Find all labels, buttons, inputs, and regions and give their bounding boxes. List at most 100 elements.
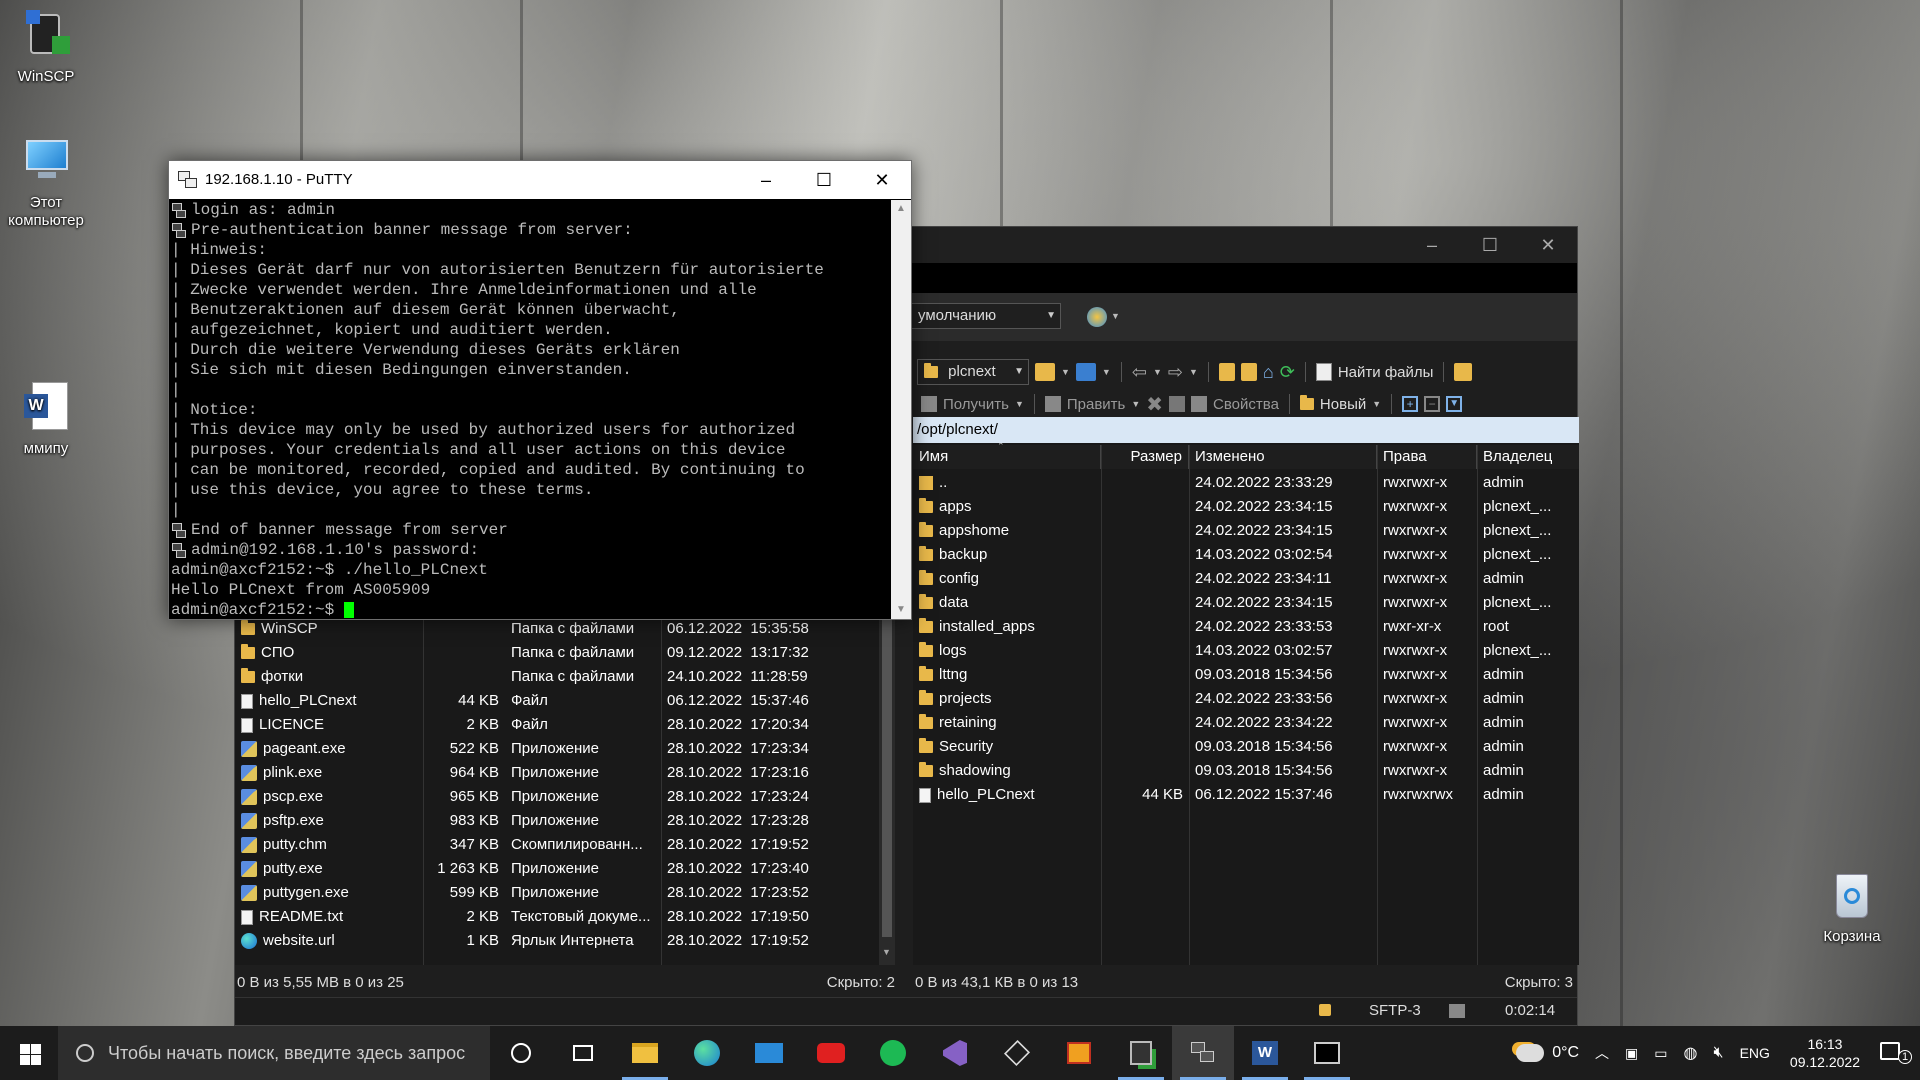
open-folder-icon[interactable] bbox=[1035, 363, 1055, 381]
refresh-icon[interactable]: ⟳ bbox=[1280, 362, 1295, 383]
table-row[interactable]: website.url 1 KB Ярлык Интернета 28.10.2022… bbox=[235, 929, 875, 953]
table-row[interactable]: apps 24.02.2022 23:34:15 rwxrwxr-x plcnext_… bbox=[913, 495, 1579, 519]
parent-folder-icon[interactable] bbox=[1218, 363, 1235, 381]
cortana-button[interactable] bbox=[490, 1026, 552, 1080]
taskbar-terminal[interactable] bbox=[1296, 1026, 1358, 1080]
task-view-button[interactable] bbox=[552, 1026, 614, 1080]
network-globe-icon[interactable]: ◍ bbox=[1676, 1043, 1706, 1063]
table-row[interactable]: psftp.exe 983 KB Приложение 28.10.2022 17:2… bbox=[235, 809, 875, 833]
taskbar-spotify[interactable] bbox=[862, 1026, 924, 1080]
select-all-icon[interactable]: + bbox=[1402, 396, 1419, 412]
rename-icon[interactable] bbox=[1169, 396, 1186, 412]
table-row[interactable]: projects 24.02.2022 23:33:56 rwxrwxr-x admi… bbox=[913, 687, 1579, 711]
input-language[interactable]: ENG bbox=[1732, 1045, 1778, 1061]
delete-icon[interactable]: ✖ bbox=[1146, 392, 1163, 417]
table-row[interactable]: plink.exe 964 KB Приложение 28.10.2022 17:2… bbox=[235, 761, 875, 785]
table-row[interactable]: .. 24.02.2022 23:33:29 rwxrwxr-x admin bbox=[913, 471, 1579, 495]
table-row[interactable]: logs 14.03.2022 03:02:57 rwxrwxr-x plcnext_… bbox=[913, 639, 1579, 663]
chevron-down-icon[interactable]: ▼ bbox=[1189, 367, 1198, 377]
chevron-down-icon[interactable]: ▼ bbox=[1102, 367, 1111, 377]
taskbar-putty[interactable] bbox=[1172, 1026, 1234, 1080]
scrollbar-thumb[interactable] bbox=[882, 617, 892, 937]
putty-maximize-button[interactable]: ☐ bbox=[795, 161, 853, 199]
table-row[interactable]: retaining 24.02.2022 23:34:22 rwxrwxr-x adm… bbox=[913, 711, 1579, 735]
scroll-down-icon[interactable]: ▼ bbox=[891, 601, 911, 619]
local-scrollbar[interactable]: ▼ bbox=[879, 617, 895, 965]
taskbar-word[interactable]: W bbox=[1234, 1026, 1296, 1080]
table-row[interactable]: putty.chm 347 KB Скомпилированн... 28.10.20… bbox=[235, 833, 875, 857]
edit-button[interactable]: Править ▼ bbox=[1044, 396, 1140, 413]
terminal-output[interactable]: login as: admin Pre-authentication banner… bbox=[171, 200, 889, 619]
column-size[interactable]: Размер bbox=[1101, 445, 1189, 469]
back-arrow-icon[interactable]: ⇦ bbox=[1132, 362, 1147, 383]
table-row[interactable]: puttygen.exe 599 KB Приложение 28.10.2022 1… bbox=[235, 881, 875, 905]
download-button[interactable]: Получить ▼ bbox=[921, 396, 1024, 413]
find-files-button[interactable]: Найти файлы bbox=[1315, 363, 1433, 381]
battery-icon[interactable]: ▭ bbox=[1646, 1045, 1675, 1062]
notification-center-button[interactable]: 1 bbox=[1872, 1042, 1920, 1064]
transfer-queue-icon[interactable] bbox=[1449, 1004, 1465, 1018]
table-row[interactable]: shadowing 09.03.2018 15:34:56 rwxrwxr-x adm… bbox=[913, 759, 1579, 783]
table-row[interactable]: README.txt 2 KB Текстовый докуме... 28.10.2… bbox=[235, 905, 875, 929]
column-modified[interactable]: Изменено bbox=[1189, 445, 1377, 469]
table-row[interactable]: pageant.exe 522 KB Приложение 28.10.2022 17… bbox=[235, 737, 875, 761]
table-row[interactable]: WinSCP Папка с файлами 06.12.2022 15:35:58 bbox=[235, 617, 875, 641]
clock[interactable]: 16:13 09.12.2022 bbox=[1778, 1035, 1872, 1071]
taskbar-visual-studio[interactable] bbox=[924, 1026, 986, 1080]
table-row[interactable]: LICENCE 2 KB Файл 28.10.2022 17:20:34 bbox=[235, 713, 875, 737]
table-row[interactable]: data 24.02.2022 23:34:15 rwxrwxr-x plcnext_… bbox=[913, 591, 1579, 615]
taskbar-3d-app[interactable] bbox=[986, 1026, 1048, 1080]
chevron-down-icon[interactable]: ▼ bbox=[1111, 311, 1120, 321]
chevron-down-icon[interactable]: ▼ bbox=[1153, 367, 1162, 377]
desktop-icon-this-pc[interactable]: Этот компьютер bbox=[0, 134, 92, 230]
show-hidden-icons-chevron-icon[interactable]: ︿ bbox=[1587, 1043, 1617, 1063]
weather-widget[interactable]: 0°C bbox=[1508, 1044, 1587, 1062]
column-rights[interactable]: Права bbox=[1377, 445, 1477, 469]
taskbar-mail[interactable] bbox=[738, 1026, 800, 1080]
forward-arrow-icon[interactable]: ⇨ bbox=[1168, 362, 1183, 383]
desktop-icon-word-doc[interactable]: W ммипу bbox=[0, 380, 92, 457]
taskbar-edge[interactable] bbox=[676, 1026, 738, 1080]
desktop-icon-recycle-bin[interactable]: Корзина bbox=[1806, 868, 1898, 945]
table-row[interactable]: appshome 24.02.2022 23:34:15 rwxrwxr-x plcn… bbox=[913, 519, 1579, 543]
column-name[interactable]: Имя bbox=[913, 445, 1101, 469]
table-row[interactable]: Security 09.03.2018 15:34:56 rwxrwxr-x admi… bbox=[913, 735, 1579, 759]
table-row[interactable]: config 24.02.2022 23:34:11 rwxrwxr-x admin bbox=[913, 567, 1579, 591]
filter-select-icon[interactable]: ▼ bbox=[1446, 396, 1463, 412]
unselect-icon[interactable]: − bbox=[1424, 396, 1441, 412]
putty-minimize-button[interactable]: – bbox=[737, 161, 795, 199]
table-row[interactable]: hello_PLCnext 44 KB 06.12.2022 15:37:46 rwx… bbox=[913, 783, 1579, 807]
home-icon[interactable]: ⌂ bbox=[1263, 362, 1274, 383]
table-row[interactable]: backup 14.03.2022 03:02:54 rwxrwxr-x plcnex… bbox=[913, 543, 1579, 567]
minimize-button[interactable]: – bbox=[1403, 231, 1461, 259]
scroll-up-icon[interactable]: ▲ bbox=[891, 200, 911, 218]
sync-icon[interactable] bbox=[1087, 307, 1107, 327]
desktop-icon-winscp[interactable]: WinSCP bbox=[0, 8, 92, 85]
putty-titlebar[interactable]: 192.168.1.10 - PuTTY – ☐ ✕ bbox=[169, 161, 911, 199]
table-row[interactable]: hello_PLCnext 44 KB Файл 06.12.2022 15:37:4… bbox=[235, 689, 875, 713]
close-button[interactable]: ✕ bbox=[1519, 231, 1577, 259]
scroll-down-icon[interactable]: ▼ bbox=[882, 947, 891, 957]
maximize-button[interactable]: ☐ bbox=[1461, 231, 1519, 259]
session-combo[interactable]: умолчанию ▼ bbox=[911, 303, 1061, 329]
chevron-down-icon[interactable]: ▼ bbox=[1061, 367, 1070, 377]
table-row[interactable]: СПО Папка с файлами 09.12.2022 13:17:32 bbox=[235, 641, 875, 665]
remote-path-bar[interactable]: /opt/plcnext/ bbox=[913, 417, 1579, 443]
root-folder-icon[interactable] bbox=[1240, 363, 1257, 381]
tree-view-icon[interactable] bbox=[1454, 363, 1473, 381]
taskbar-file-explorer[interactable] bbox=[614, 1026, 676, 1080]
table-row[interactable]: pscp.exe 965 KB Приложение 28.10.2022 17:23… bbox=[235, 785, 875, 809]
filter-icon[interactable] bbox=[1075, 363, 1096, 381]
volume-muted-icon[interactable]: 🔇︎ bbox=[1705, 1044, 1731, 1062]
start-button[interactable] bbox=[0, 1026, 58, 1080]
properties-button[interactable]: Свойства bbox=[1191, 396, 1279, 413]
table-row[interactable]: фотки Папка с файлами 24.10.2022 11:28:59 bbox=[235, 665, 875, 689]
table-row[interactable]: lttng 09.03.2018 15:34:56 rwxrwxr-x admin bbox=[913, 663, 1579, 687]
table-row[interactable]: installed_apps 24.02.2022 23:33:53 rwxr-xr… bbox=[913, 615, 1579, 639]
new-button[interactable]: Новый ▼ bbox=[1299, 395, 1381, 413]
remote-folder-combo[interactable]: plcnext ▼ bbox=[917, 359, 1029, 385]
taskbar-winscp[interactable] bbox=[1110, 1026, 1172, 1080]
taskbar-search[interactable]: Чтобы начать поиск, введите здесь запрос bbox=[58, 1026, 490, 1080]
column-owner[interactable]: Владелец bbox=[1477, 445, 1579, 469]
taskbar-tasks-app[interactable] bbox=[1048, 1026, 1110, 1080]
